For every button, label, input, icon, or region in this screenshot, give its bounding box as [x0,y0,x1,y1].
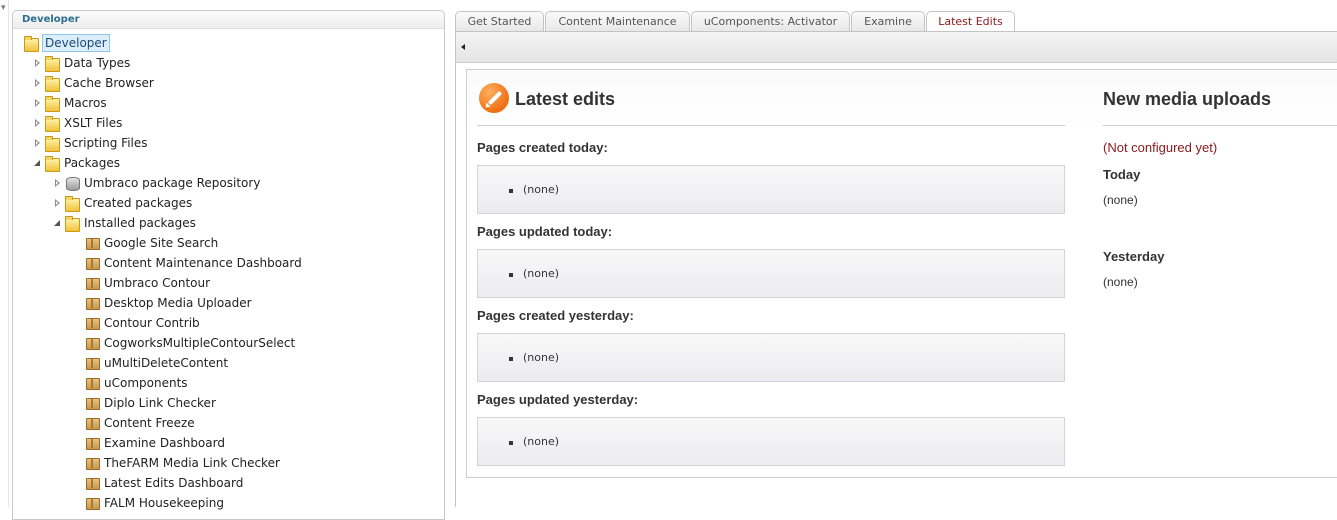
package-icon [84,255,100,271]
tree-node-label[interactable]: Desktop Media Uploader [104,293,252,313]
expand-arrow-icon[interactable] [33,93,42,113]
expand-arrow-icon[interactable] [53,173,62,193]
package-icon [84,415,100,431]
updated-yesterday-box: (none) [477,417,1065,466]
tree-node-label[interactable]: Cache Browser [64,73,154,93]
package-icon [84,335,100,351]
created-yesterday-box: (none) [477,333,1065,382]
tree-node-label[interactable]: Content Maintenance Dashboard [104,253,302,273]
tree-node-label[interactable]: Examine Dashboard [104,433,225,453]
content-left-border [455,63,456,507]
package-icon [84,375,100,391]
tree-node-label[interactable]: CogworksMultipleContourSelect [104,333,295,353]
list-item: (none) [508,267,560,280]
package-icon [84,275,100,291]
package-icon [84,395,100,411]
tree-node-label[interactable]: Macros [64,93,107,113]
list-item: (none) [508,183,560,196]
package-icon [84,315,100,331]
section-label-created-today: Pages created today: [477,140,608,155]
media-uploads-title: New media uploads [1103,89,1272,109]
package-icon [84,235,100,251]
folder-icon [44,95,60,112]
media-today-value: (none) [1103,193,1138,207]
created-today-box: (none) [477,165,1065,214]
tree-node-label[interactable]: XSLT Files [64,113,122,133]
tab-examine[interactable]: Examine [851,11,925,32]
tab-ucomponents-activator[interactable]: uComponents: Activator [691,11,850,32]
section-label-updated-today: Pages updated today: [477,224,613,239]
tree-node-label[interactable]: FALM Housekeeping [104,493,224,513]
section-label-created-yesterday: Pages created yesterday: [477,308,634,323]
tree-node-label[interactable]: Packages [64,153,120,173]
tree-node-label[interactable]: Umbraco Contour [104,273,210,293]
expand-arrow-icon[interactable] [53,193,62,213]
folder-icon [44,55,60,72]
tree-node-label[interactable]: uMultiDeleteContent [104,353,228,373]
tree-node-label[interactable]: Umbraco package Repository [84,173,260,193]
tab-latest-edits[interactable]: Latest Edits [926,11,1015,33]
section-label-updated-yesterday: Pages updated yesterday: [477,392,639,407]
package-icon [84,495,100,511]
not-configured-note: (Not configured yet) [1103,140,1218,155]
expand-arrow-icon[interactable] [33,73,42,93]
folder-icon [64,215,80,232]
collapse-left-icon[interactable] [461,44,465,50]
expand-arrow-icon[interactable] [33,53,42,73]
tree-node-label[interactable]: TheFARM Media Link Checker [104,453,280,473]
package-icon [84,295,100,311]
tree-node-label[interactable]: Latest Edits Dashboard [104,473,243,493]
title-divider [477,125,1065,126]
media-yesterday-label: Yesterday [1103,249,1165,264]
tree-node-label[interactable]: Developer [42,34,110,52]
tree-node-label[interactable]: Created packages [84,193,192,213]
folder-icon [44,155,60,172]
tree-node-label[interactable]: Google Site Search [104,233,218,253]
folder-icon [44,135,60,152]
expand-arrow-icon[interactable] [33,133,42,153]
tree-node-label[interactable]: Scripting Files [64,133,148,153]
folder-icon [44,115,60,132]
media-yesterday-value: (none) [1103,275,1138,289]
developer-tree-panel: Developer Developer Data Types Cache Bro… [12,10,445,520]
expand-arrow-icon[interactable] [33,113,42,133]
tree-node-label[interactable]: Installed packages [84,213,196,233]
folder-icon [23,35,39,52]
package-icon [84,355,100,371]
folder-icon [44,75,60,92]
list-item: (none) [508,351,560,364]
media-title-divider [1103,125,1337,126]
tree-panel-header: Developer [13,11,444,29]
media-today-label: Today [1103,167,1141,182]
edit-pencil-icon [479,83,509,113]
tree-node-label[interactable]: uComponents [104,373,188,393]
collapse-arrow-icon[interactable] [33,153,42,173]
package-icon [84,455,100,471]
latest-edits-title: Latest edits [515,89,616,109]
list-item: (none) [508,435,560,448]
tab-get-started[interactable]: Get Started [455,11,544,32]
tree-node-label[interactable]: Contour Contrib [104,313,200,333]
window-left-edge [8,0,9,507]
tree-node-label[interactable]: Data Types [64,53,130,73]
corner-mark-icon: ▾ [1,3,6,13]
package-icon [84,435,100,451]
updated-today-box: (none) [477,249,1065,298]
tab-content-maintenance[interactable]: Content Maintenance [545,11,690,32]
database-icon [64,175,80,191]
latest-edits-dashboard: Latest edits New media uploads Pages cre… [466,69,1337,478]
package-icon [84,475,100,491]
tree-node-label[interactable]: Content Freeze [104,413,195,433]
folder-icon [64,195,80,212]
collapse-arrow-icon[interactable] [53,213,62,233]
toolbar [455,32,1337,63]
tree-node-label[interactable]: Diplo Link Checker [104,393,216,413]
